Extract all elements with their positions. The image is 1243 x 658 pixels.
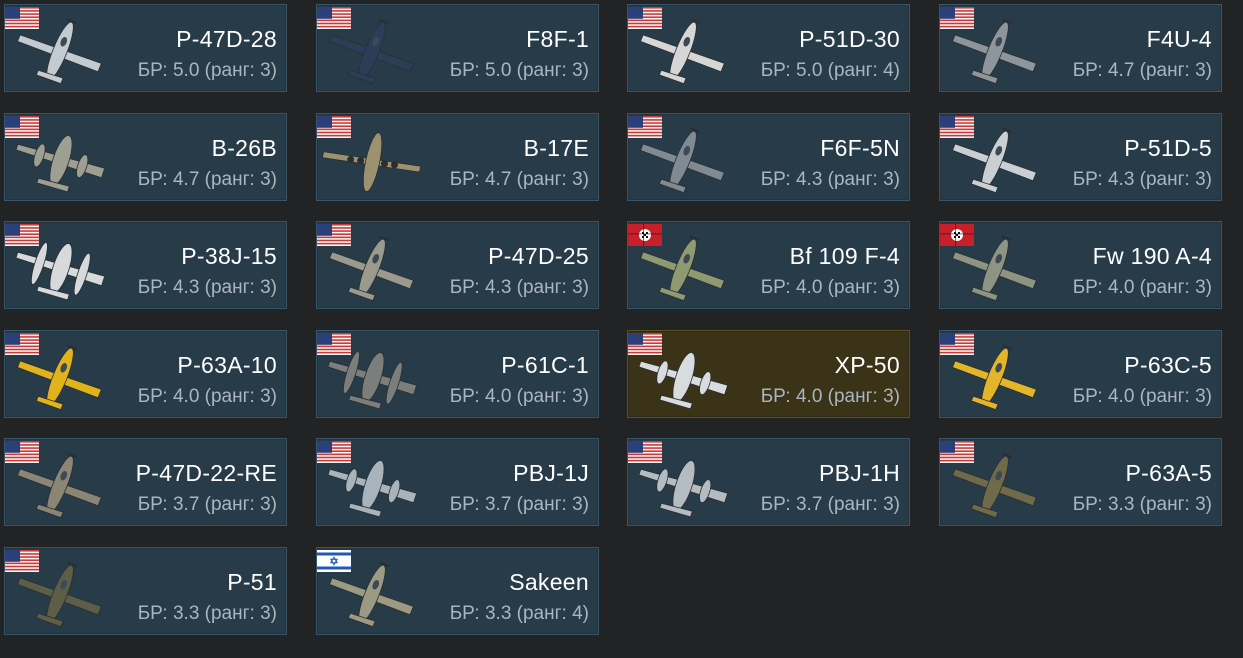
vehicle-card[interactable]: Fw 190 A-4 БР: 4.0 (ранг: 3) [939, 221, 1222, 309]
usa-flag-icon [5, 441, 39, 463]
vehicle-card[interactable]: PBJ-1J БР: 3.7 (ранг: 3) [316, 438, 599, 526]
battle-rating: БР: 5.0 (ранг: 4) [760, 60, 900, 81]
battle-rating: БР: 4.3 (ранг: 3) [449, 277, 589, 298]
battle-rating: БР: 4.3 (ранг: 3) [137, 277, 277, 298]
israel-flag-icon [317, 550, 351, 572]
vehicle-name: Bf 109 F-4 [789, 243, 900, 269]
usa-flag-icon [5, 7, 39, 29]
battle-rating: БР: 4.3 (ранг: 3) [760, 169, 900, 190]
vehicle-card[interactable]: Sakeen БР: 3.3 (ранг: 4) [316, 547, 599, 635]
battle-rating: БР: 4.0 (ранг: 3) [1072, 386, 1212, 407]
battle-rating: БР: 4.7 (ранг: 3) [1072, 60, 1212, 81]
vehicle-name: P-47D-28 [176, 26, 277, 52]
battle-rating: БР: 3.3 (ранг: 4) [449, 603, 589, 624]
germany-flag-icon [628, 224, 662, 246]
usa-flag-icon [317, 441, 351, 463]
battle-rating: БР: 4.7 (ранг: 3) [137, 169, 277, 190]
battle-rating: БР: 4.0 (ранг: 3) [1072, 277, 1212, 298]
usa-flag-icon [5, 333, 39, 355]
usa-flag-icon [628, 116, 662, 138]
vehicle-card[interactable]: PBJ-1H БР: 3.7 (ранг: 3) [627, 438, 910, 526]
vehicle-name: F8F-1 [526, 26, 589, 52]
vehicle-card[interactable]: P-47D-28 БР: 5.0 (ранг: 3) [4, 4, 287, 92]
vehicle-name: B-17E [523, 135, 589, 161]
vehicle-card[interactable]: B-26B БР: 4.7 (ранг: 3) [4, 113, 287, 201]
vehicle-name: Fw 190 A-4 [1092, 243, 1212, 269]
battle-rating: БР: 5.0 (ранг: 3) [137, 60, 277, 81]
vehicle-card[interactable]: P-63A-10 БР: 4.0 (ранг: 3) [4, 330, 287, 418]
vehicle-card[interactable]: P-63A-5 БР: 3.3 (ранг: 3) [939, 438, 1222, 526]
battle-rating: БР: 4.0 (ранг: 3) [760, 386, 900, 407]
vehicle-card[interactable]: XP-50 БР: 4.0 (ранг: 3) [627, 330, 910, 418]
usa-flag-icon [940, 333, 974, 355]
vehicle-name: P-47D-25 [488, 243, 589, 269]
battle-rating: БР: 3.7 (ранг: 3) [760, 494, 900, 515]
battle-rating: БР: 3.7 (ранг: 3) [137, 494, 277, 515]
vehicle-name: Sakeen [509, 569, 589, 595]
vehicle-name: F6F-5N [820, 135, 900, 161]
vehicle-name: XP-50 [834, 352, 900, 378]
usa-flag-icon [5, 116, 39, 138]
vehicle-card[interactable]: P-47D-22-RE БР: 3.7 (ранг: 3) [4, 438, 287, 526]
battle-rating: БР: 5.0 (ранг: 3) [449, 60, 589, 81]
vehicle-card[interactable]: P-51 БР: 3.3 (ранг: 3) [4, 547, 287, 635]
vehicle-card[interactable]: P-51D-30 БР: 5.0 (ранг: 4) [627, 4, 910, 92]
usa-flag-icon [628, 441, 662, 463]
usa-flag-icon [628, 333, 662, 355]
vehicle-name: P-51 [227, 569, 277, 595]
battle-rating: БР: 4.0 (ранг: 3) [449, 386, 589, 407]
vehicle-card[interactable]: Bf 109 F-4 БР: 4.0 (ранг: 3) [627, 221, 910, 309]
vehicle-card[interactable]: P-61C-1 БР: 4.0 (ранг: 3) [316, 330, 599, 418]
battle-rating: БР: 4.0 (ранг: 3) [137, 386, 277, 407]
vehicle-card[interactable]: F8F-1 БР: 5.0 (ранг: 3) [316, 4, 599, 92]
germany-flag-icon [940, 224, 974, 246]
vehicle-name: PBJ-1J [513, 460, 589, 486]
vehicle-card[interactable]: B-17E БР: 4.7 (ранг: 3) [316, 113, 599, 201]
battle-rating: БР: 3.3 (ранг: 3) [1072, 494, 1212, 515]
usa-flag-icon [317, 333, 351, 355]
vehicle-card[interactable]: P-47D-25 БР: 4.3 (ранг: 3) [316, 221, 599, 309]
usa-flag-icon [940, 116, 974, 138]
vehicle-name: P-38J-15 [181, 243, 277, 269]
vehicle-card[interactable]: F4U-4 БР: 4.7 (ранг: 3) [939, 4, 1222, 92]
vehicle-name: B-26B [211, 135, 277, 161]
vehicle-card[interactable]: P-63C-5 БР: 4.0 (ранг: 3) [939, 330, 1222, 418]
battle-rating: БР: 3.7 (ранг: 3) [449, 494, 589, 515]
vehicle-name: P-61C-1 [501, 352, 589, 378]
usa-flag-icon [5, 550, 39, 572]
vehicle-card[interactable]: F6F-5N БР: 4.3 (ранг: 3) [627, 113, 910, 201]
usa-flag-icon [940, 7, 974, 29]
vehicle-card[interactable]: P-38J-15 БР: 4.3 (ранг: 3) [4, 221, 287, 309]
vehicle-name: P-51D-30 [799, 26, 900, 52]
vehicle-name: PBJ-1H [818, 460, 900, 486]
usa-flag-icon [317, 116, 351, 138]
vehicle-name: P-51D-5 [1124, 135, 1212, 161]
vehicle-name: P-47D-22-RE [135, 460, 277, 486]
battle-rating: БР: 4.3 (ранг: 3) [1072, 169, 1212, 190]
vehicle-name: P-63C-5 [1124, 352, 1212, 378]
usa-flag-icon [940, 441, 974, 463]
battle-rating: БР: 3.3 (ранг: 3) [137, 603, 277, 624]
vehicle-name: F4U-4 [1146, 26, 1212, 52]
usa-flag-icon [317, 7, 351, 29]
usa-flag-icon [628, 7, 662, 29]
usa-flag-icon [317, 224, 351, 246]
battle-rating: БР: 4.7 (ранг: 3) [449, 169, 589, 190]
vehicle-card[interactable]: P-51D-5 БР: 4.3 (ранг: 3) [939, 113, 1222, 201]
usa-flag-icon [5, 224, 39, 246]
vehicle-name: P-63A-10 [177, 352, 277, 378]
vehicle-grid: P-47D-28 БР: 5.0 (ранг: 3) F8F-1 БР: 5.0 (… [0, 0, 1243, 658]
vehicle-name: P-63A-5 [1125, 460, 1212, 486]
battle-rating: БР: 4.0 (ранг: 3) [760, 277, 900, 298]
